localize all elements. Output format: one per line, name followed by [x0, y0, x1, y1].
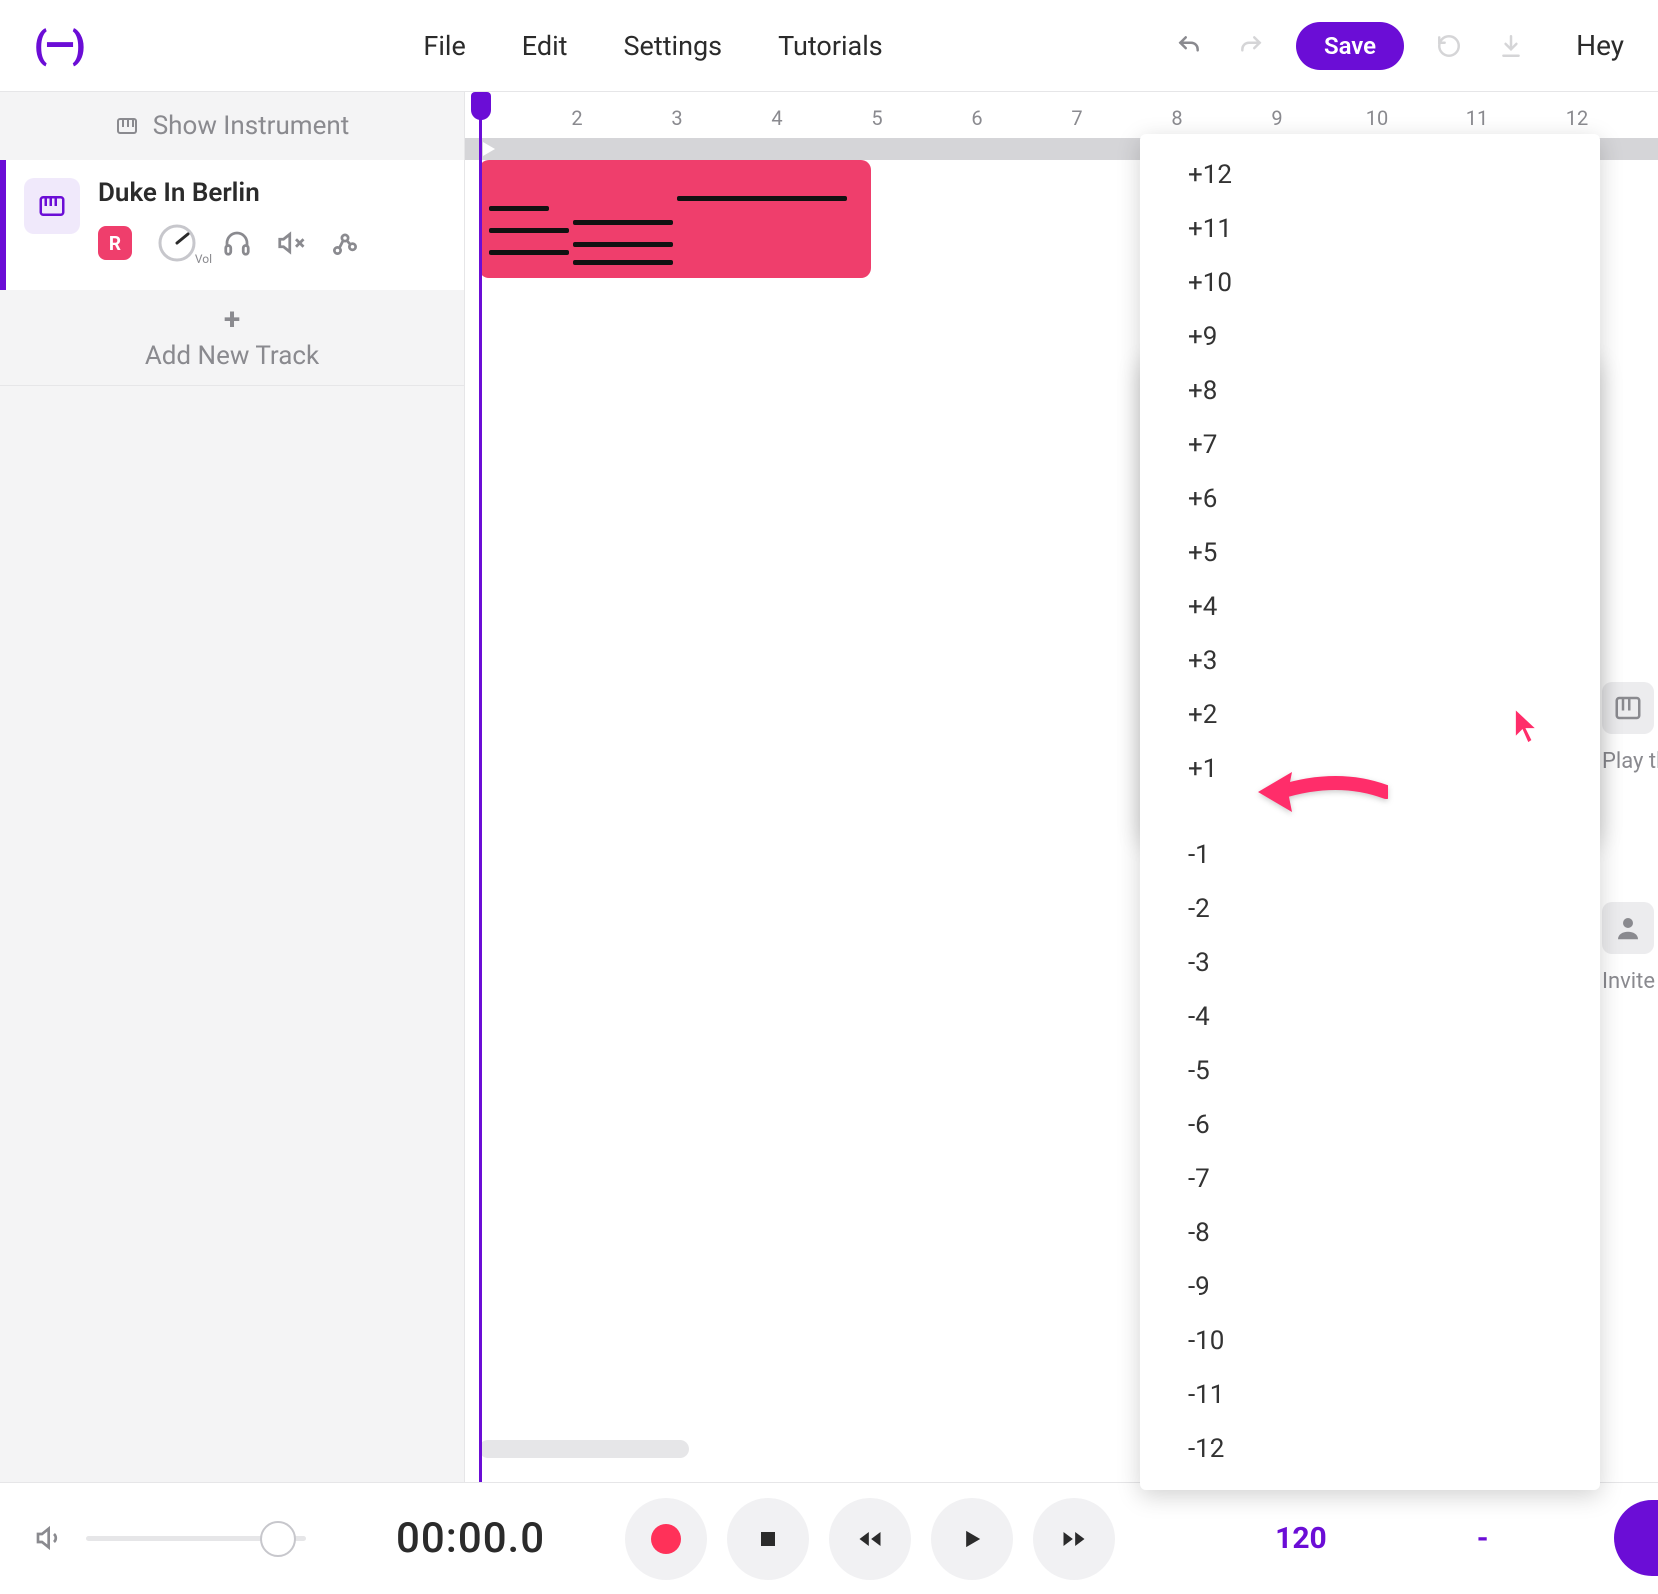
ruler-num: 7	[1071, 106, 1082, 130]
ruler-num: 4	[771, 106, 782, 130]
record-dot-icon	[651, 1524, 681, 1554]
pitch-option-minus-4[interactable]: -4	[1140, 990, 1600, 1044]
save-button[interactable]: Save	[1296, 22, 1404, 70]
mute-icon[interactable]	[276, 228, 306, 258]
ruler-num: 8	[1171, 106, 1182, 130]
midi-clip[interactable]	[479, 160, 871, 278]
annotation-arrow-icon	[1258, 764, 1388, 824]
transport-buttons	[625, 1498, 1115, 1580]
time-display: 00:00.0	[396, 1514, 545, 1563]
pitch-option-minus-5[interactable]: -5	[1140, 1044, 1600, 1098]
add-track-button[interactable]: + Add New Track	[0, 290, 464, 386]
ruler-num: 10	[1366, 106, 1388, 130]
pitch-option-minus-3[interactable]: -3	[1140, 936, 1600, 990]
topbar-right: Save Hey	[1172, 22, 1624, 70]
user-icon	[1602, 902, 1654, 954]
key-display[interactable]: -	[1477, 1521, 1489, 1556]
track-row[interactable]: Duke In Berlin R Vol	[0, 160, 464, 290]
plus-icon: +	[224, 305, 240, 335]
ruler-num: 9	[1271, 106, 1282, 130]
speaker-icon[interactable]	[34, 1522, 68, 1556]
pitch-option-minus-9[interactable]: -9	[1140, 1260, 1600, 1314]
record-arm-badge[interactable]: R	[98, 226, 132, 260]
side-card-invite[interactable]: Invite a friend	[1602, 902, 1658, 1052]
greeting-label: Hey	[1576, 29, 1624, 62]
ruler-num: 5	[871, 106, 882, 130]
ruler-num: 6	[971, 106, 982, 130]
menu-tutorials[interactable]: Tutorials	[778, 30, 883, 62]
playhead-line	[479, 92, 482, 1482]
record-button[interactable]	[625, 1498, 707, 1580]
ruler-num: 2	[571, 106, 582, 130]
playhead-arrow-icon	[483, 142, 495, 156]
pitch-option-minus-11[interactable]: -11	[1140, 1368, 1600, 1422]
show-instrument-button[interactable]: Show Instrument	[0, 92, 464, 160]
topbar: (—) File Edit Settings Tutorials Save He…	[0, 0, 1658, 92]
menu-file[interactable]: File	[423, 30, 465, 62]
pitch-option-plus-8[interactable]: +8	[1140, 364, 1600, 418]
pitch-option-plus-6[interactable]: +6	[1140, 472, 1600, 526]
volume-knob[interactable]: Vol	[156, 222, 198, 264]
pitch-option-minus-10[interactable]: -10	[1140, 1314, 1600, 1368]
main-menu: File Edit Settings Tutorials	[423, 30, 882, 62]
pitch-option-plus-3[interactable]: +3	[1140, 634, 1600, 688]
pitch-option-minus-2[interactable]: -2	[1140, 882, 1600, 936]
side-card-label: Play the synth	[1602, 748, 1658, 777]
volume-slider-thumb[interactable]	[260, 1521, 296, 1557]
pitch-option-plus-10[interactable]: +10	[1140, 256, 1600, 310]
stop-button[interactable]	[727, 1498, 809, 1580]
horizontal-scrollbar[interactable]	[479, 1440, 689, 1458]
side-card-label: Invite a friend	[1602, 968, 1658, 997]
pitch-option-plus-7[interactable]: +7	[1140, 418, 1600, 472]
ruler-num: 3	[671, 106, 682, 130]
menu-settings[interactable]: Settings	[624, 30, 723, 62]
side-cards: Play the synth Invite a friend	[1602, 682, 1658, 1052]
pitch-option-minus-6[interactable]: -6	[1140, 1098, 1600, 1152]
menu-edit[interactable]: Edit	[522, 30, 568, 62]
master-volume	[34, 1522, 306, 1556]
volume-label: Vol	[195, 252, 212, 266]
show-instrument-label: Show Instrument	[153, 111, 350, 141]
track-info: Duke In Berlin R Vol	[98, 178, 446, 264]
ruler-num: 11	[1466, 106, 1488, 130]
pitch-option-plus-12[interactable]: +12	[1140, 148, 1600, 202]
transport-bar: 00:00.0 120 -	[0, 1482, 1658, 1594]
play-button[interactable]	[931, 1498, 1013, 1580]
download-icon[interactable]	[1494, 29, 1528, 63]
pitch-option-plus-5[interactable]: +5	[1140, 526, 1600, 580]
pitch-option-minus-12[interactable]: -12	[1140, 1422, 1600, 1476]
bpm-display[interactable]: 120	[1275, 1521, 1327, 1556]
redo-icon[interactable]	[1234, 29, 1268, 63]
automation-icon[interactable]	[330, 228, 360, 258]
volume-slider[interactable]	[86, 1536, 306, 1541]
ruler-num: 12	[1566, 106, 1588, 130]
rewind-button[interactable]	[829, 1498, 911, 1580]
piano-icon	[1602, 682, 1654, 734]
headphones-icon[interactable]	[222, 228, 252, 258]
track-name-label: Duke In Berlin	[98, 178, 446, 208]
pitch-option-plus-11[interactable]: +11	[1140, 202, 1600, 256]
history-icon[interactable]	[1432, 29, 1466, 63]
side-card-play-synth[interactable]: Play the synth	[1602, 682, 1658, 832]
fast-forward-button[interactable]	[1033, 1498, 1115, 1580]
playhead-marker[interactable]	[471, 92, 491, 120]
sidebar: Show Instrument Duke In Berlin R Vol	[0, 92, 465, 1482]
pitch-option-plus-4[interactable]: +4	[1140, 580, 1600, 634]
track-controls: R Vol	[98, 222, 446, 264]
add-track-label: Add New Track	[145, 341, 319, 371]
cursor-icon	[1510, 706, 1544, 740]
pitch-option-minus-7[interactable]: -7	[1140, 1152, 1600, 1206]
undo-icon[interactable]	[1172, 29, 1206, 63]
instrument-icon	[24, 178, 80, 234]
pitch-option-minus-8[interactable]: -8	[1140, 1206, 1600, 1260]
pitch-option-minus-1[interactable]: -1	[1140, 828, 1600, 882]
help-bubble[interactable]	[1614, 1500, 1658, 1576]
logo-icon: (—)	[34, 27, 83, 65]
pitch-option-plus-9[interactable]: +9	[1140, 310, 1600, 364]
